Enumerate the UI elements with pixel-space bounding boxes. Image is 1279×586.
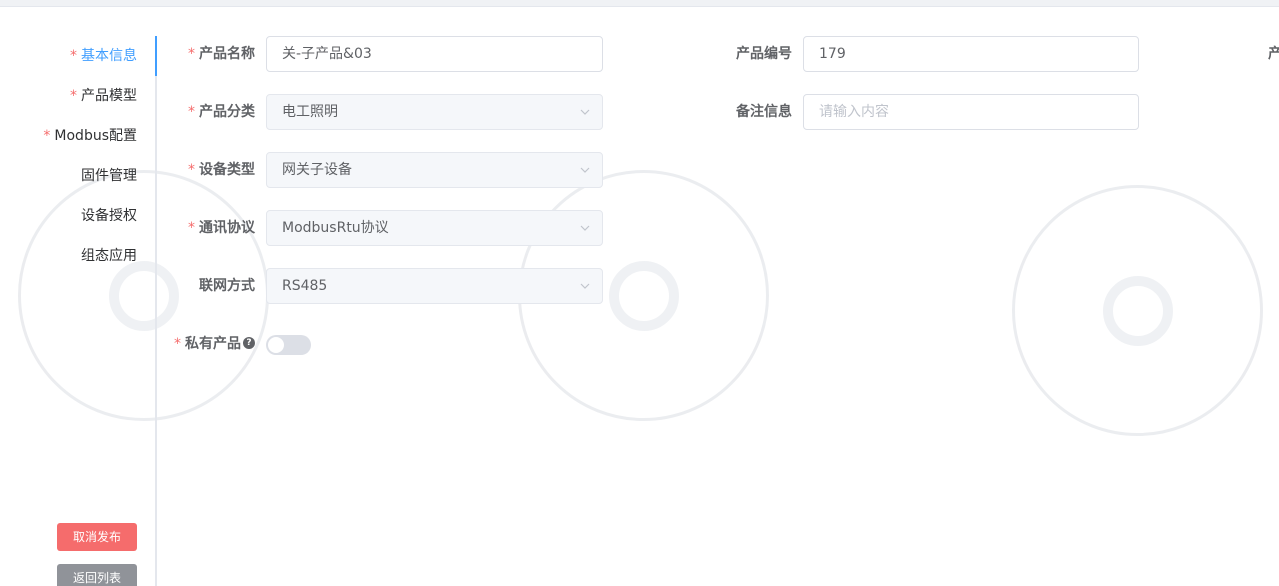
network-mode-label: 联网方式 <box>160 268 255 304</box>
product-code-input[interactable]: 179 <box>803 36 1139 72</box>
required-mark: * <box>188 220 195 236</box>
product-name-input[interactable]: 关-子产品&03 <box>266 36 603 72</box>
select-value: 网关子设备 <box>282 162 352 178</box>
tab-label: 固件管理 <box>81 168 137 184</box>
label-text: 备注信息 <box>736 104 792 120</box>
label-text: 私有产品 <box>185 336 241 352</box>
tab-label: 设备授权 <box>81 208 137 224</box>
tab-label: 组态应用 <box>81 248 137 264</box>
help-icon[interactable]: ? <box>243 337 255 349</box>
select-value: ModbusRtu协议 <box>282 220 389 236</box>
top-strip <box>0 0 1279 7</box>
switch-knob <box>268 337 284 353</box>
tab-label: Modbus配置 <box>54 128 137 144</box>
tab-modbus-config[interactable]: * Modbus配置 <box>43 116 137 156</box>
tab-firmware[interactable]: 固件管理 <box>81 156 137 196</box>
network-mode-select[interactable]: RS485 <box>266 268 603 304</box>
back-to-list-button[interactable]: 返回列表 <box>57 564 137 586</box>
label-text: 通讯协议 <box>199 220 255 236</box>
required-mark: * <box>188 104 195 120</box>
label-text: 产品名称 <box>199 46 255 62</box>
select-value: RS485 <box>282 278 328 294</box>
chevron-down-icon <box>580 109 590 115</box>
cancel-publish-button[interactable]: 取消发布 <box>57 523 137 551</box>
watermark-seal <box>1012 185 1263 436</box>
remark-label: 备注信息 <box>700 94 792 130</box>
remark-input[interactable]: 请输入内容 <box>803 94 1139 130</box>
tab-label: 产品模型 <box>81 88 137 104</box>
tab-device-auth[interactable]: 设备授权 <box>81 196 137 236</box>
active-tab-indicator <box>155 36 157 76</box>
required-mark: * <box>43 128 51 144</box>
chevron-down-icon <box>580 283 590 289</box>
tab-basic-info[interactable]: * 基本信息 <box>70 36 137 76</box>
sidebar-tabs: * 基本信息 * 产品模型 * Modbus配置 固件管理 设备授权 组态应用 <box>0 36 157 586</box>
product-category-select[interactable]: 电工照明 <box>266 94 603 130</box>
required-mark: * <box>70 48 77 64</box>
tab-label: 基本信息 <box>81 48 137 64</box>
protocol-select[interactable]: ModbusRtu协议 <box>266 210 603 246</box>
required-mark: * <box>174 336 181 352</box>
required-mark: * <box>188 162 195 178</box>
label-text: 设备类型 <box>199 162 255 178</box>
protocol-label: * 通讯协议 <box>160 210 255 246</box>
product-edit-page: * 基本信息 * 产品模型 * Modbus配置 固件管理 设备授权 组态应用 取消发… <box>0 0 1279 586</box>
device-type-label: * 设备类型 <box>160 152 255 188</box>
tab-product-model[interactable]: * 产品模型 <box>70 76 137 116</box>
tab-scada-app[interactable]: 组态应用 <box>81 236 137 276</box>
product-code-label: 产品编号 <box>700 36 792 72</box>
device-type-select[interactable]: 网关子设备 <box>266 152 603 188</box>
label-text: 联网方式 <box>199 278 255 294</box>
required-mark: * <box>188 46 195 62</box>
private-product-label: * 私有产品? <box>150 326 255 362</box>
chevron-down-icon <box>580 225 590 231</box>
product-category-label: * 产品分类 <box>160 94 255 130</box>
label-text: 产品分类 <box>199 104 255 120</box>
chevron-down-icon <box>580 167 590 173</box>
select-value: 电工照明 <box>282 104 338 120</box>
required-mark: * <box>70 88 77 104</box>
cut-off-label: 产 <box>1268 36 1279 72</box>
label-text: 产品编号 <box>736 46 792 62</box>
label-text: 产 <box>1268 46 1279 62</box>
product-name-label: * 产品名称 <box>160 36 255 72</box>
private-product-switch[interactable] <box>266 335 311 355</box>
